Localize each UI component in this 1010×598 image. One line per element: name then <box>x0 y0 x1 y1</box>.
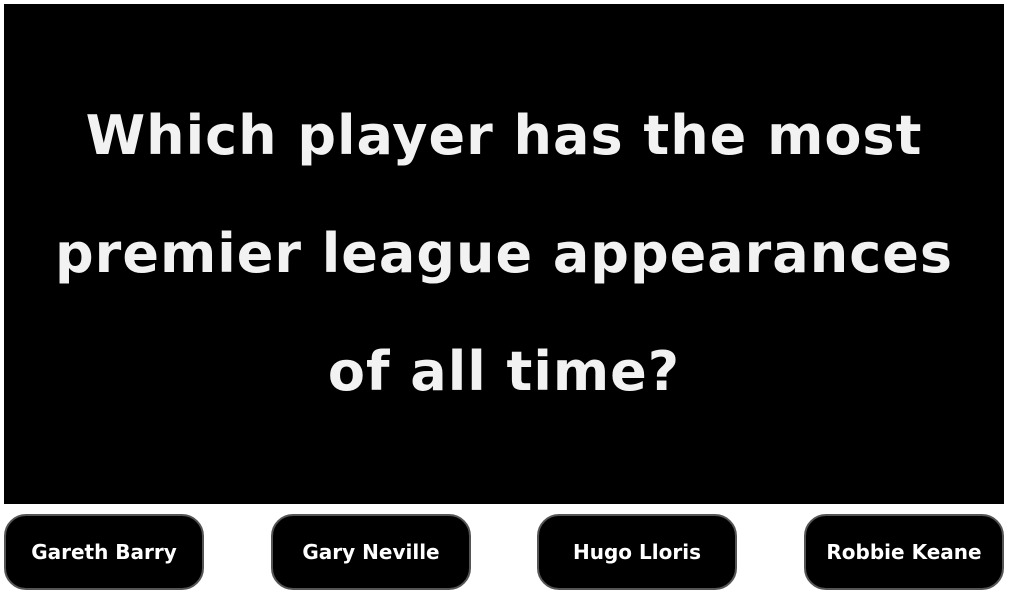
answer-button-gareth-barry[interactable]: Gareth Barry <box>4 514 204 590</box>
answer-options: Gareth Barry Gary Neville Hugo Lloris Ro… <box>4 514 1004 590</box>
answer-button-hugo-lloris[interactable]: Hugo Lloris <box>537 514 737 590</box>
question-text: Which player has the most premier league… <box>55 104 953 403</box>
question-panel: Which player has the most premier league… <box>4 4 1004 504</box>
answer-button-robbie-keane[interactable]: Robbie Keane <box>804 514 1004 590</box>
answer-button-gary-neville[interactable]: Gary Neville <box>271 514 471 590</box>
